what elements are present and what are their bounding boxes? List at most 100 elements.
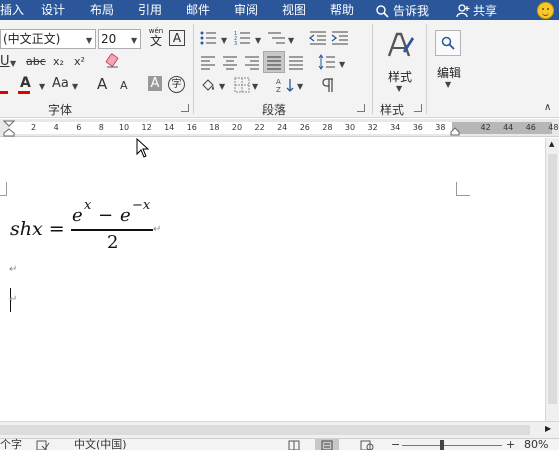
grow-font-button[interactable]: A [97, 76, 107, 92]
read-mode-icon[interactable] [288, 440, 300, 450]
zoom-in-button[interactable]: + [506, 439, 515, 450]
ruler-margin-area [452, 122, 552, 134]
svg-text:A: A [276, 78, 281, 86]
web-layout-icon[interactable] [360, 440, 374, 450]
shading-icon[interactable] [200, 77, 218, 93]
borders-icon[interactable] [234, 77, 250, 93]
chevron-down-icon[interactable]: ▼ [219, 82, 225, 91]
collapse-ribbon-icon[interactable]: ∧ [544, 100, 551, 116]
show-marks-icon[interactable] [320, 77, 336, 93]
tab-review[interactable]: 审阅 [234, 2, 258, 18]
justify-button[interactable] [263, 51, 285, 73]
horizontal-scrollbar[interactable]: ▶ [0, 421, 559, 438]
align-center-icon[interactable] [222, 54, 238, 70]
vertical-scrollbar[interactable]: ▲ [545, 138, 559, 421]
font-name-select[interactable]: (中文正文) [0, 29, 96, 49]
paragraph-dialog-launcher-icon[interactable] [357, 104, 365, 112]
font-color-bar [18, 91, 30, 94]
chevron-down-icon[interactable]: ▼ [252, 82, 258, 91]
clear-formatting-icon[interactable] [104, 52, 122, 70]
smiley-feedback-icon[interactable] [537, 2, 554, 19]
sort-icon[interactable]: AZ [276, 77, 296, 93]
phonetic-guide-button[interactable]: wén 文 [146, 27, 166, 49]
char-shading-button[interactable]: A [148, 76, 162, 91]
scroll-up-icon[interactable]: ▲ [549, 140, 554, 148]
proofing-icon[interactable] [36, 440, 50, 450]
chevron-down-icon[interactable]: ▼ [221, 36, 227, 45]
tab-references[interactable]: 引用 [138, 2, 162, 18]
chevron-down-icon[interactable]: ▼ [288, 36, 294, 45]
horizontal-ruler[interactable]: 2 4 6 8 10 12 14 16 18 20 22 24 26 28 30 32 34 36 38 42 44 46… [0, 119, 559, 137]
distributed-icon[interactable] [288, 54, 304, 70]
editing-button[interactable]: 编辑 ▼ [431, 28, 467, 96]
chevron-down-icon[interactable]: ▼ [131, 36, 137, 45]
font-color-button[interactable]: A [0, 75, 40, 95]
equation-lhs: shx = [10, 218, 65, 240]
ruler-tick-label: 4 [53, 123, 59, 132]
word-count[interactable]: 个字 [0, 439, 22, 450]
person-icon [456, 3, 470, 17]
bullets-icon[interactable] [200, 30, 220, 46]
group-divider [426, 24, 427, 114]
chevron-down-icon[interactable]: ▼ [39, 82, 45, 91]
editing-button-label: 编辑 [436, 66, 461, 80]
char-border-button[interactable]: A [169, 30, 185, 46]
print-layout-button[interactable] [315, 439, 339, 450]
zoom-slider-track[interactable] [402, 445, 502, 446]
tab-mailings[interactable]: 邮件 [186, 2, 210, 18]
increase-indent-icon[interactable] [331, 30, 349, 46]
tab-help[interactable]: 帮助 [330, 2, 354, 18]
svg-text:Z: Z [276, 86, 281, 93]
chevron-down-icon[interactable]: ▼ [339, 60, 345, 69]
tab-design[interactable]: 设计 [41, 2, 65, 18]
shrink-font-button[interactable]: A [120, 78, 128, 94]
chevron-down-icon[interactable]: ▼ [72, 82, 78, 91]
ruler-tick-label: 28 [322, 123, 333, 132]
tab-insert[interactable]: 插入 [0, 2, 24, 18]
chevron-down-icon[interactable]: ▼ [297, 82, 303, 91]
language-status[interactable]: 中文(中国) [74, 439, 127, 450]
indent-marker-icon[interactable] [3, 120, 15, 137]
ruler-tick-label: 16 [186, 123, 197, 132]
chevron-down-icon[interactable]: ▼ [255, 36, 261, 45]
enclose-char-button[interactable]: 字 [168, 76, 185, 93]
font-size-value: 20 [101, 32, 117, 46]
change-case-button[interactable]: Aa [52, 76, 69, 92]
align-left-icon[interactable] [200, 54, 216, 70]
share-button[interactable]: 共享 [456, 2, 497, 19]
multilevel-list-icon[interactable] [267, 30, 287, 46]
decrease-indent-icon[interactable] [309, 30, 327, 46]
superscript-button[interactable]: x² [74, 54, 85, 70]
svg-text:3: 3 [234, 41, 237, 46]
scroll-right-icon[interactable]: ▶ [545, 424, 551, 433]
tab-view[interactable]: 视图 [282, 2, 306, 18]
ruler-tick-label: 8 [98, 123, 104, 132]
fraction-bar [71, 229, 153, 231]
subscript-button[interactable]: x₂ [53, 54, 64, 70]
tab-layout[interactable]: 布局 [90, 2, 114, 18]
right-indent-marker-icon[interactable] [450, 127, 460, 136]
search-box-frame [435, 30, 461, 56]
align-right-icon[interactable] [244, 54, 260, 70]
tell-me-search[interactable]: 告诉我 [375, 2, 429, 19]
numbering-icon[interactable]: 123 [234, 30, 254, 46]
zoom-level[interactable]: 80% [524, 439, 548, 450]
ruler-tick-label: 10 [118, 123, 130, 132]
chevron-down-icon[interactable]: ▼ [10, 59, 16, 68]
paragraph-mark: ↵ [9, 264, 18, 275]
line-spacing-icon[interactable] [318, 53, 336, 71]
document-page[interactable]: shx = e x − e −x 2 ↵ ↵ ↵ [0, 138, 545, 421]
scroll-thumb[interactable] [548, 154, 557, 404]
zoom-out-button[interactable]: − [391, 439, 400, 450]
equation-minus: − [98, 205, 114, 226]
underline-button[interactable]: U [0, 54, 10, 70]
strikethrough-button[interactable]: abc [26, 54, 46, 70]
hscroll-thumb[interactable] [0, 425, 530, 435]
styles-button[interactable]: 样式 ▼ [381, 28, 419, 96]
share-label: 共享 [473, 4, 498, 18]
ruler-tick-label: 6 [76, 123, 82, 132]
styles-dialog-launcher-icon[interactable] [414, 104, 422, 112]
chevron-down-icon[interactable]: ▼ [86, 36, 92, 45]
font-dialog-launcher-icon[interactable] [181, 104, 189, 112]
zoom-slider-thumb[interactable] [440, 440, 444, 450]
